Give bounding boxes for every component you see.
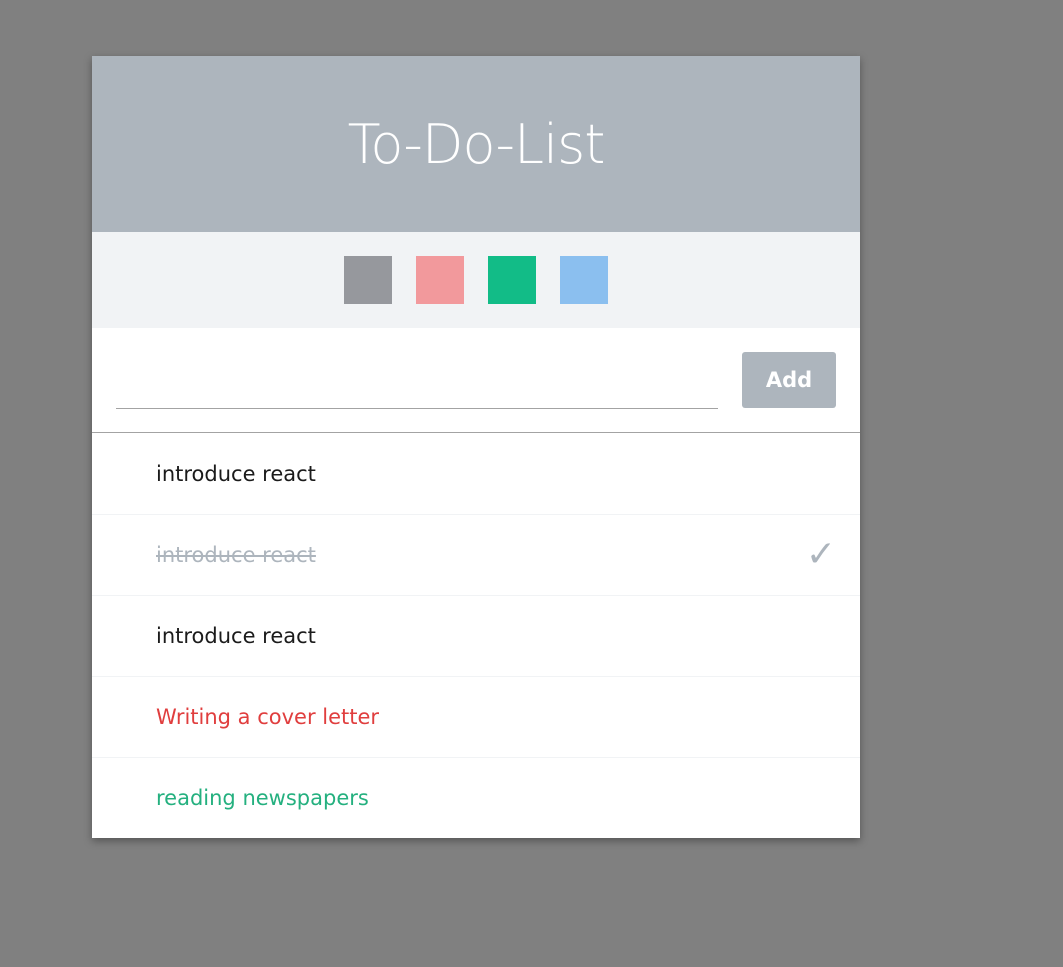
todo-item-text: introduce react [156,461,316,486]
add-button[interactable]: Add [742,352,836,408]
color-palette [92,232,860,328]
color-swatch-blue[interactable] [560,256,608,304]
color-swatch-gray[interactable] [344,256,392,304]
todo-item[interactable]: Writing a cover letter [92,676,860,757]
app-header: To-Do-List [92,56,860,232]
checkmark-icon: ✓ [805,534,836,575]
todo-list: introduce react introduce react ✓ introd… [92,433,860,838]
todo-item[interactable]: introduce react [92,595,860,676]
color-swatch-pink[interactable] [416,256,464,304]
todo-form: Add [92,328,860,433]
todo-item-text: Writing a cover letter [156,705,380,729]
todo-item[interactable]: introduce react ✓ [92,514,860,595]
todo-item-text: reading newspapers [156,786,369,810]
todo-item-text: introduce react [156,624,316,648]
todo-app: To-Do-List Add introduce react introduce… [92,56,860,838]
todo-input[interactable] [116,365,718,409]
color-swatch-green[interactable] [488,256,536,304]
todo-item[interactable]: introduce react [92,433,860,514]
todo-item-text: introduce react [156,543,316,567]
app-title: To-Do-List [347,112,606,176]
todo-item[interactable]: reading newspapers [92,757,860,838]
